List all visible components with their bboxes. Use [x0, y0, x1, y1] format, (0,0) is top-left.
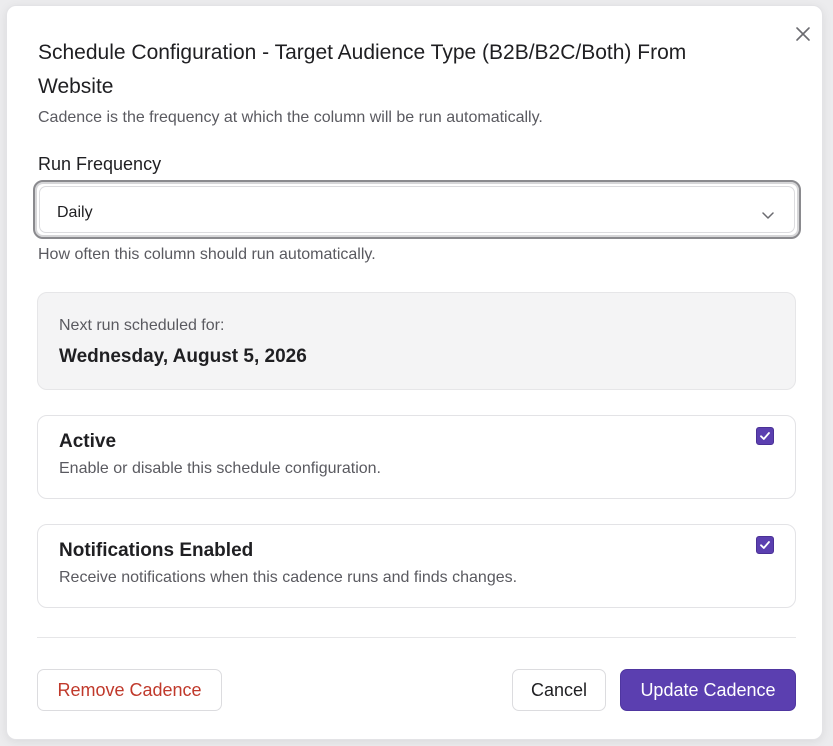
notifications-option-description: Receive notifications when this cadence …	[59, 569, 518, 586]
cancel-button[interactable]: Cancel	[512, 669, 606, 711]
checkmark-icon	[760, 432, 770, 440]
notifications-option-card: Notifications Enabled Receive notificati…	[37, 524, 796, 608]
remove-cadence-button[interactable]: Remove Cadence	[37, 669, 222, 711]
update-cadence-button[interactable]: Update Cadence	[620, 669, 796, 711]
run-frequency-select-inner: Daily	[39, 186, 795, 233]
active-option-title: Active	[59, 431, 117, 452]
active-checkbox[interactable]	[756, 427, 774, 445]
run-frequency-select[interactable]: Daily	[33, 180, 801, 239]
run-frequency-value: Daily	[57, 204, 93, 221]
close-icon	[796, 27, 810, 41]
notifications-option-title: Notifications Enabled	[59, 540, 254, 561]
next-run-panel: Next run scheduled for: Wednesday, Augus…	[37, 292, 796, 390]
active-option-description: Enable or disable this schedule configur…	[59, 460, 381, 477]
next-run-date: Wednesday, August 5, 2026	[59, 346, 307, 367]
active-option-card: Active Enable or disable this schedule c…	[37, 415, 796, 499]
notifications-checkbox[interactable]	[756, 536, 774, 554]
checkmark-icon	[760, 541, 770, 549]
chevron-down-icon	[762, 212, 774, 219]
schedule-configuration-dialog: Schedule Configuration - Target Audience…	[6, 5, 823, 740]
next-run-label: Next run scheduled for:	[59, 317, 225, 334]
run-frequency-label: Run Frequency	[38, 154, 162, 174]
dialog-title: Schedule Configuration - Target Audience…	[38, 41, 687, 98]
run-frequency-helper: How often this column should run automat…	[38, 246, 376, 263]
footer-divider	[37, 637, 796, 638]
dialog-subtitle: Cadence is the frequency at which the co…	[38, 109, 543, 126]
close-button[interactable]	[791, 22, 815, 46]
